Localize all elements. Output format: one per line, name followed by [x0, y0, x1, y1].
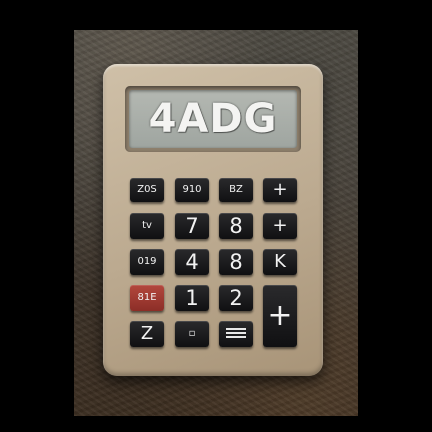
key-plus-large[interactable]: + — [263, 285, 297, 347]
key-bars[interactable] — [219, 321, 253, 347]
key-81e-red[interactable]: 81E — [130, 285, 164, 311]
key-4[interactable]: 4 — [175, 249, 209, 275]
key-8-lower[interactable]: 8 — [219, 249, 253, 275]
key-7[interactable]: 7 — [175, 213, 209, 239]
key-019[interactable]: 019 — [130, 249, 164, 275]
key-tv[interactable]: tv — [130, 213, 164, 239]
key-bz[interactable]: BZ — [219, 178, 253, 202]
key-8-upper[interactable]: 8 — [219, 213, 253, 239]
key-plus-top[interactable]: + — [263, 178, 297, 202]
key-2[interactable]: 2 — [219, 285, 253, 311]
bars-icon — [226, 328, 246, 340]
key-dot[interactable]: ▫ — [175, 321, 209, 347]
key-plus-second[interactable]: + — [263, 213, 297, 239]
calculator-body: 4ADG Z0S 910 BZ + tv 7 8 + 019 4 8 K 81E… — [103, 64, 323, 376]
display-bezel: 4ADG — [125, 86, 301, 152]
image-canvas: 4ADG Z0S 910 BZ + tv 7 8 + 019 4 8 K 81E… — [0, 0, 432, 432]
calculator-display: 4ADG — [129, 90, 297, 148]
key-z0s[interactable]: Z0S — [130, 178, 164, 202]
key-z[interactable]: Z — [130, 321, 164, 347]
key-1[interactable]: 1 — [175, 285, 209, 311]
display-readout: 4ADG — [148, 96, 278, 142]
key-k[interactable]: K — [263, 249, 297, 275]
key-910[interactable]: 910 — [175, 178, 209, 202]
